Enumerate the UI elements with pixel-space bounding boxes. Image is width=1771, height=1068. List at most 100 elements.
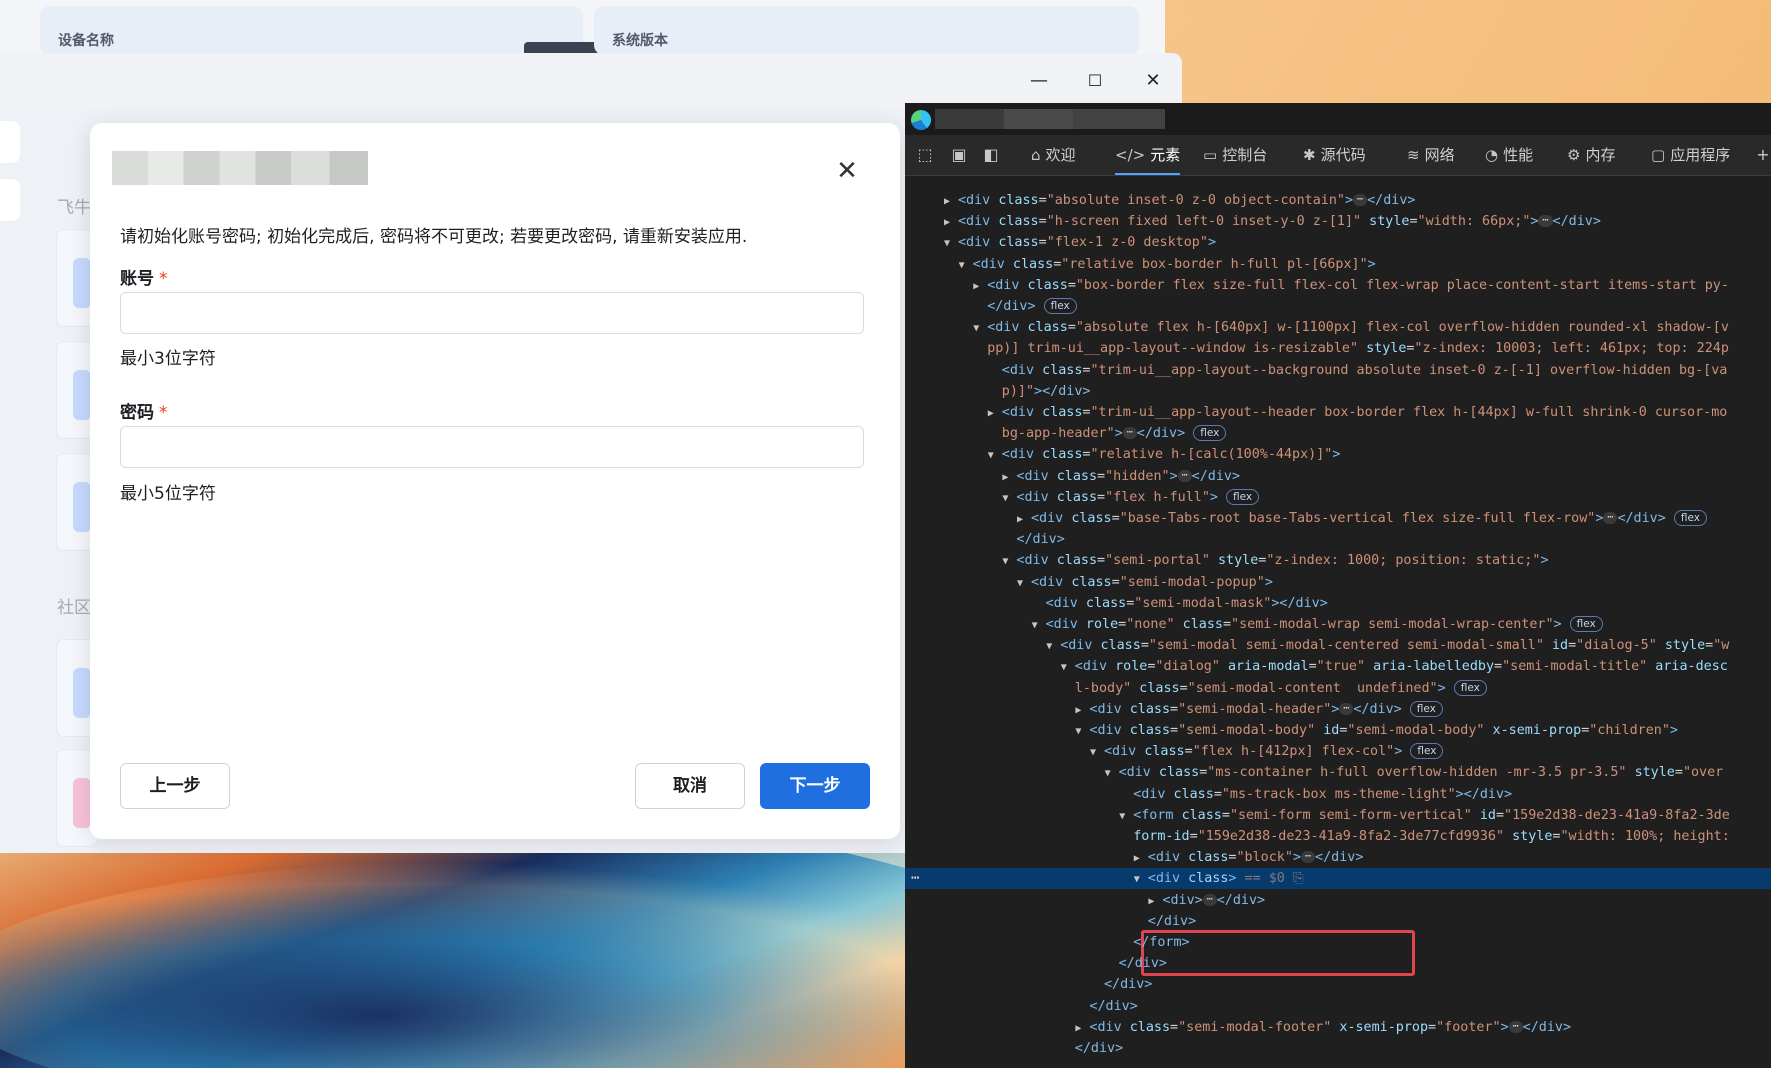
- devtools-tab-1[interactable]: </> 元素: [1115, 143, 1181, 175]
- dom-tree-line[interactable]: ▶ <div> ⋯ </div>: [905, 890, 1771, 911]
- expand-arrow-icon[interactable]: ▼: [1017, 573, 1031, 594]
- expand-arrow-icon[interactable]: ▼: [944, 233, 958, 254]
- prev-step-button[interactable]: 上一步: [120, 763, 230, 809]
- expand-arrow-icon[interactable]: ▼: [959, 255, 973, 276]
- dom-tree-line[interactable]: ▶ <div class="absolute inset-0 z-0 object…: [905, 190, 1771, 211]
- expand-arrow-icon[interactable]: ▶: [944, 191, 958, 212]
- dock-icon[interactable]: ◧: [981, 145, 1001, 165]
- expand-arrow-icon[interactable]: ▼: [1046, 636, 1060, 657]
- close-window-icon[interactable]: ✕: [1142, 70, 1164, 92]
- devtools-tab-4[interactable]: ≋ 网络: [1407, 143, 1455, 167]
- dom-tree-line[interactable]: ▼ <div class="flex h-[412px] flex-col"> f…: [905, 741, 1771, 762]
- required-mark: *: [159, 403, 168, 423]
- expand-arrow-icon[interactable]: ▶: [973, 276, 987, 297]
- expand-arrow-icon[interactable]: ▶: [1148, 891, 1162, 912]
- next-step-button[interactable]: 下一步: [760, 763, 870, 809]
- expand-arrow-icon[interactable]: ▼: [1090, 742, 1104, 763]
- required-mark: *: [159, 269, 168, 289]
- dialog-description: 请初始化账号密码; 初始化完成后, 密码将不可更改; 若要更改密码, 请重新安装…: [120, 227, 748, 247]
- password-hint: 最小5位字符: [120, 484, 216, 504]
- expand-arrow-icon[interactable]: ▶: [1075, 1018, 1089, 1039]
- devtools-tab-7[interactable]: ▢ 应用程序: [1651, 143, 1730, 167]
- device-toggle-icon[interactable]: ▣: [949, 145, 969, 165]
- dom-tree-line[interactable]: ▼ <div class="flex-1 z-0 desktop">: [905, 232, 1771, 253]
- dom-tree-line[interactable]: ▼ <div class="semi-modal-body" id="semi-m…: [905, 720, 1771, 741]
- add-tab-icon[interactable]: +: [1753, 145, 1771, 165]
- dom-tree-line[interactable]: form-id="159e2d38-de23-41a9-8fa2-3de77cf…: [905, 826, 1771, 847]
- dom-tree-line[interactable]: </div>: [905, 996, 1771, 1017]
- devtools-tab-3[interactable]: ✱ 源代码: [1303, 143, 1366, 167]
- expand-arrow-icon[interactable]: ▼: [1061, 657, 1075, 678]
- dom-tree-line[interactable]: ▶ <div class="semi-modal-header"> ⋯ </div> …: [905, 699, 1771, 720]
- dom-tree-line[interactable]: </div>: [905, 911, 1771, 932]
- maximize-icon[interactable]: ☐: [1084, 70, 1106, 92]
- minimize-icon[interactable]: —: [1028, 70, 1050, 92]
- dom-tree-line[interactable]: pp)] trim-ui__app-layout--window is-resi…: [905, 338, 1771, 359]
- dom-tree-line[interactable]: ▼ <div class="absolute flex h-[640px] w-[…: [905, 317, 1771, 338]
- devtools-tab-0[interactable]: ⌂ 欢迎: [1031, 143, 1076, 167]
- expand-arrow-icon[interactable]: ▼: [1105, 763, 1119, 784]
- elements-tree[interactable]: ▶ <div class="absolute inset-0 z-0 object…: [905, 176, 1771, 1068]
- devtools-tab-6[interactable]: ⚙ 内存: [1567, 143, 1615, 167]
- account-input[interactable]: [120, 292, 864, 334]
- dom-tree-line[interactable]: <div class="trim-ui__app-layout--backgro…: [905, 360, 1771, 381]
- dom-tree-line[interactable]: ▼ <div class> == $0 ⎘ ⋯: [905, 868, 1771, 890]
- expand-arrow-icon[interactable]: ▼: [1119, 806, 1133, 827]
- expand-arrow-icon[interactable]: ▶: [1075, 700, 1089, 721]
- dom-tree-line[interactable]: </div>: [905, 529, 1771, 550]
- dom-tree-line[interactable]: ▶ <div class="hidden"> ⋯ </div>: [905, 466, 1771, 487]
- dom-tree-line[interactable]: </div> flex: [905, 296, 1771, 317]
- device-name-label: 设备名称: [58, 33, 114, 49]
- dom-tree-line[interactable]: bg-app-header"> ⋯ </div> flex: [905, 423, 1771, 444]
- dom-tree-line[interactable]: ▼ <form class="semi-form semi-form-vertic…: [905, 805, 1771, 826]
- dom-tree-line[interactable]: ▶ <div class="box-border flex size-full f…: [905, 275, 1771, 296]
- dom-tree-line[interactable]: ▼ <div class="flex h-full"> flex: [905, 487, 1771, 508]
- dom-tree-line[interactable]: </div>: [905, 974, 1771, 995]
- devtools-title-redacted: [935, 109, 1165, 129]
- dom-tree-line[interactable]: <div class="semi-modal-mask"></div>: [905, 593, 1771, 614]
- dom-tree-line[interactable]: ▶ <div class="base-Tabs-root base-Tabs-ve…: [905, 508, 1771, 529]
- devtools-titlebar[interactable]: [905, 103, 1771, 135]
- expand-arrow-icon[interactable]: ▶: [1002, 467, 1016, 488]
- expand-arrow-icon[interactable]: ▶: [1134, 848, 1148, 869]
- dom-tree-line[interactable]: ▶ <div class="h-screen fixed left-0 inset…: [905, 211, 1771, 232]
- dom-tree-line[interactable]: </div>: [905, 953, 1771, 974]
- dom-tree-line[interactable]: ▶ <div class="block"> ⋯ </div>: [905, 847, 1771, 868]
- devtools-tab-label: 内存: [1585, 146, 1616, 164]
- dom-tree-line[interactable]: ▼ <div class="semi-modal semi-modal-cente…: [905, 635, 1771, 656]
- expand-arrow-icon[interactable]: ▼: [1075, 721, 1089, 742]
- devtools-tabbar: ⬚ ▣ ◧ ⌂ 欢迎 </> 元素 ▭ 控制台 ✱ 源代码 ≋ 网络 ◔ 性能 ⚙ 内存 ▢ 应用程序 +: [905, 135, 1771, 176]
- close-icon[interactable]: ✕: [835, 158, 859, 184]
- expand-arrow-icon[interactable]: ▼: [1134, 869, 1148, 890]
- expand-arrow-icon[interactable]: ▼: [973, 318, 987, 339]
- dom-tree-line[interactable]: l-body" class="semi-modal-content undefi…: [905, 678, 1771, 699]
- dom-tree-line[interactable]: ▼ <div class="semi-portal" style="z-index…: [905, 550, 1771, 571]
- window-titlebar[interactable]: — ☐ ✕: [0, 53, 1182, 109]
- password-input[interactable]: [120, 426, 864, 468]
- expand-arrow-icon[interactable]: ▼: [1002, 488, 1016, 509]
- dom-tree-line[interactable]: ▼ <div class="ms-container h-full overflo…: [905, 762, 1771, 783]
- expand-arrow-icon[interactable]: ▶: [1017, 509, 1031, 530]
- dom-tree-line[interactable]: ▼ <div role="none" class="semi-modal-wrap…: [905, 614, 1771, 635]
- inspect-icon[interactable]: ⬚: [915, 145, 935, 165]
- dom-tree-line[interactable]: <div class="ms-track-box ms-theme-light"…: [905, 784, 1771, 805]
- devtools-tab-5[interactable]: ◔ 性能: [1485, 143, 1533, 167]
- dom-tree-line[interactable]: ▼ <div class="relative box-border h-full …: [905, 254, 1771, 275]
- devtools-tab-2[interactable]: ▭ 控制台: [1203, 143, 1267, 167]
- expand-arrow-icon[interactable]: ▶: [944, 212, 958, 233]
- dom-tree-line[interactable]: ▶ <div class="trim-ui__app-layout--header…: [905, 402, 1771, 423]
- dom-tree-line[interactable]: ▼ <div class="relative h-[calc(100%-44px)…: [905, 444, 1771, 465]
- dom-tree-line[interactable]: ▼ <div role="dialog" aria-modal="true" ar…: [905, 656, 1771, 677]
- dom-tree-line[interactable]: </form>: [905, 932, 1771, 953]
- dom-tree-line[interactable]: </div>: [905, 1038, 1771, 1059]
- row-menu-icon[interactable]: ⋯: [911, 868, 919, 889]
- expand-arrow-icon[interactable]: ▼: [988, 445, 1002, 466]
- cancel-button[interactable]: 取消: [635, 763, 745, 809]
- dom-tree-line[interactable]: p)]"></div>: [905, 381, 1771, 402]
- dom-tree-line[interactable]: ▶ <div class="semi-modal-footer" x-semi-p…: [905, 1017, 1771, 1038]
- expand-arrow-icon[interactable]: ▼: [1032, 615, 1046, 636]
- dialog-title-redacted: [112, 151, 368, 185]
- dom-tree-line[interactable]: ▼ <div class="semi-modal-popup">: [905, 572, 1771, 593]
- expand-arrow-icon[interactable]: ▶: [988, 403, 1002, 424]
- expand-arrow-icon[interactable]: ▼: [1002, 551, 1016, 572]
